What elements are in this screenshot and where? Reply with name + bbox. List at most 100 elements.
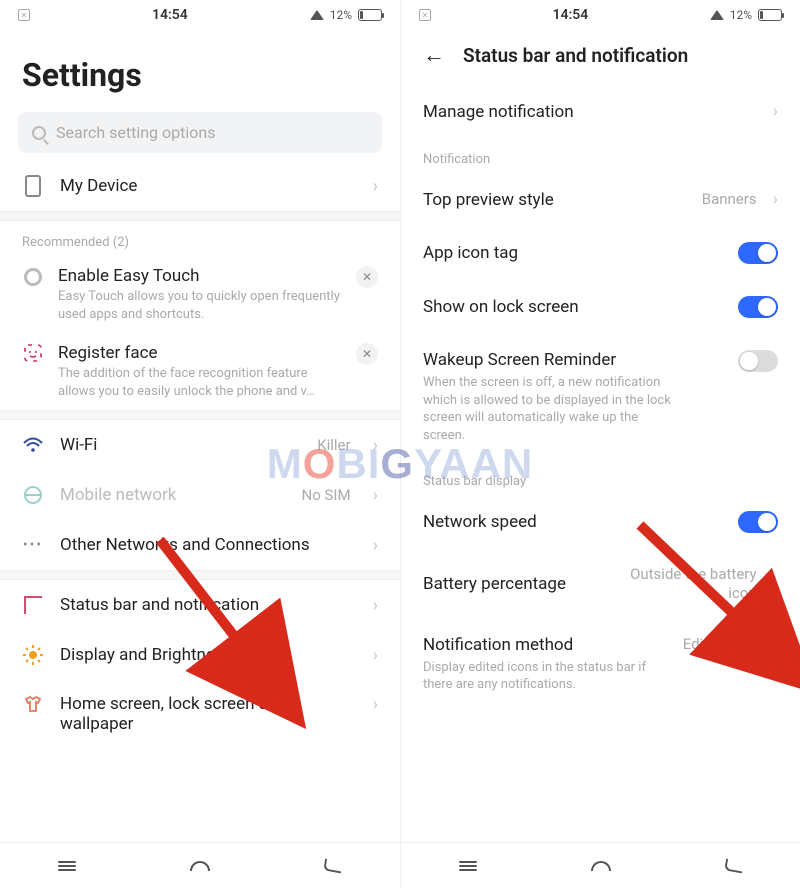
screen-settings: ✕ 14:54 12% Settings Search setting opti… bbox=[0, 0, 400, 888]
row-label: Mobile network bbox=[60, 485, 286, 505]
recommendation-easy-touch[interactable]: Enable Easy Touch Easy Touch allows you … bbox=[0, 256, 400, 333]
search-input[interactable]: Search setting options bbox=[18, 112, 382, 153]
divider bbox=[0, 211, 400, 221]
theme-icon bbox=[22, 694, 44, 716]
brightness-icon bbox=[22, 644, 44, 666]
back-arrow-icon[interactable]: ← bbox=[423, 45, 445, 67]
screen-status-bar-notification: ✕ 14:54 12% ← Status bar and notificatio… bbox=[400, 0, 800, 888]
row-desc: When the screen is off, a new notificati… bbox=[423, 374, 683, 444]
rec-desc: The addition of the face recognition fea… bbox=[58, 365, 342, 400]
toggle-app-icon-tag[interactable] bbox=[738, 242, 778, 264]
toggle-network-speed[interactable] bbox=[738, 511, 778, 533]
back-button[interactable] bbox=[714, 852, 754, 880]
row-label: Manage notification bbox=[423, 102, 757, 122]
chevron-right-icon: › bbox=[773, 189, 778, 210]
row-label: App icon tag bbox=[423, 243, 726, 263]
row-notification-method[interactable]: Notification method Display edited icons… bbox=[401, 619, 800, 710]
sim-off-icon: ✕ bbox=[419, 9, 431, 21]
row-wakeup-reminder: Wakeup Screen Reminder When the screen i… bbox=[401, 334, 800, 460]
divider bbox=[0, 570, 400, 580]
globe-icon bbox=[24, 486, 42, 504]
row-my-device[interactable]: My Device › bbox=[0, 161, 400, 211]
clock: 14:54 bbox=[552, 7, 588, 23]
nav-bar bbox=[401, 842, 800, 888]
status-bar: ✕ 14:54 12% bbox=[0, 0, 400, 30]
row-top-preview-style[interactable]: Top preview style Banners › bbox=[401, 173, 800, 226]
row-status-bar-notification[interactable]: Status bar and notification › bbox=[0, 580, 400, 630]
chevron-right-icon: › bbox=[373, 535, 378, 556]
rec-title: Enable Easy Touch bbox=[58, 266, 342, 286]
easy-touch-icon bbox=[24, 268, 42, 286]
status-bar: ✕ 14:54 12% bbox=[401, 0, 800, 30]
row-other-networks[interactable]: ••• Other Networks and Connections › bbox=[0, 520, 400, 570]
chevron-right-icon: › bbox=[373, 176, 378, 197]
row-network-speed: Network speed bbox=[401, 495, 800, 549]
wifi-icon bbox=[22, 434, 44, 456]
status-bar-icon bbox=[24, 596, 42, 614]
chevron-right-icon: › bbox=[373, 485, 378, 506]
clock: 14:54 bbox=[152, 7, 188, 23]
device-icon bbox=[25, 175, 41, 197]
wifi-icon bbox=[710, 10, 724, 20]
row-label: Wakeup Screen Reminder bbox=[423, 350, 726, 370]
row-manage-notification[interactable]: Manage notification › bbox=[401, 85, 800, 138]
row-label: Network speed bbox=[423, 512, 726, 532]
row-show-on-lock-screen: Show on lock screen bbox=[401, 280, 800, 334]
row-value: Outside the battery icon bbox=[617, 565, 757, 603]
row-label: Battery percentage bbox=[423, 574, 605, 594]
row-desc: Display edited icons in the status bar i… bbox=[423, 659, 671, 694]
battery-icon bbox=[758, 9, 782, 21]
row-label: Show on lock screen bbox=[423, 297, 726, 317]
home-button[interactable] bbox=[180, 852, 220, 880]
row-battery-percentage[interactable]: Battery percentage Outside the battery i… bbox=[401, 549, 800, 619]
page-title: Settings bbox=[0, 30, 400, 108]
nav-bar bbox=[0, 842, 400, 888]
dismiss-button[interactable]: ✕ bbox=[356, 266, 378, 288]
chevron-right-icon: › bbox=[773, 573, 778, 594]
wifi-icon bbox=[310, 10, 324, 20]
row-label: Notification method bbox=[423, 635, 671, 655]
home-button[interactable] bbox=[581, 852, 621, 880]
row-value: Edited icon bbox=[683, 635, 757, 654]
sim-off-icon: ✕ bbox=[18, 9, 30, 21]
rec-title: Register face bbox=[58, 343, 342, 363]
battery-percentage: 12% bbox=[730, 8, 752, 22]
rec-desc: Easy Touch allows you to quickly open fr… bbox=[58, 288, 342, 323]
recommendation-register-face[interactable]: Register face The addition of the face r… bbox=[0, 333, 400, 410]
row-value: Banners bbox=[702, 190, 757, 209]
recent-apps-button[interactable] bbox=[47, 852, 87, 880]
search-placeholder: Search setting options bbox=[56, 123, 215, 142]
chevron-right-icon: › bbox=[373, 694, 378, 715]
row-value: No SIM bbox=[302, 486, 351, 504]
row-app-icon-tag: App icon tag bbox=[401, 226, 800, 280]
row-value: Killer bbox=[317, 436, 350, 454]
search-icon bbox=[32, 126, 46, 140]
row-label: Top preview style bbox=[423, 190, 690, 210]
section-status-bar: Status bar display bbox=[401, 460, 800, 495]
chevron-right-icon: › bbox=[773, 101, 778, 122]
row-display-brightness[interactable]: Display and Brightness › bbox=[0, 630, 400, 680]
recent-apps-button[interactable] bbox=[448, 852, 488, 880]
back-button[interactable] bbox=[313, 852, 353, 880]
divider bbox=[0, 410, 400, 420]
row-home-screen[interactable]: Home screen, lock screen and wallpaper › bbox=[0, 680, 400, 748]
toggle-show-lock-screen[interactable] bbox=[738, 296, 778, 318]
chevron-right-icon: › bbox=[373, 435, 378, 456]
chevron-right-icon: › bbox=[373, 645, 378, 666]
chevron-right-icon: › bbox=[773, 635, 778, 656]
battery-icon bbox=[358, 9, 382, 21]
row-mobile-network[interactable]: Mobile network No SIM › bbox=[0, 470, 400, 520]
page-title: Status bar and notification bbox=[463, 44, 688, 67]
face-icon bbox=[22, 343, 44, 363]
dismiss-button[interactable]: ✕ bbox=[356, 343, 378, 365]
toggle-wakeup-reminder[interactable] bbox=[738, 350, 778, 372]
page-header: ← Status bar and notification bbox=[401, 30, 800, 85]
row-wifi[interactable]: Wi-Fi Killer › bbox=[0, 420, 400, 470]
row-label: Status bar and notification bbox=[60, 595, 351, 615]
section-notification: Notification bbox=[401, 138, 800, 173]
recommended-header: Recommended (2) bbox=[0, 221, 400, 256]
row-label: Other Networks and Connections bbox=[60, 535, 351, 555]
row-label: Wi-Fi bbox=[60, 435, 301, 455]
more-icon: ••• bbox=[22, 534, 44, 556]
row-label: Display and Brightness bbox=[60, 645, 351, 665]
